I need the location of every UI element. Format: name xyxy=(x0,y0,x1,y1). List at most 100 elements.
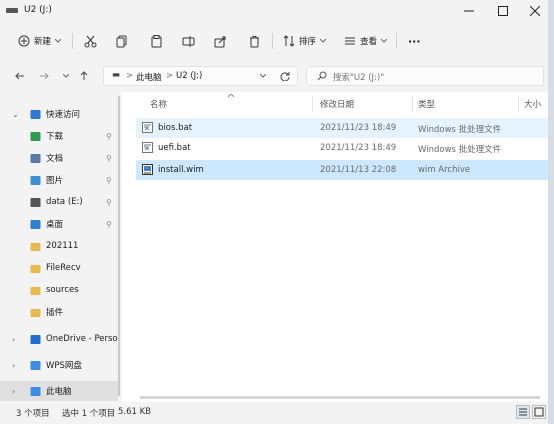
sidebar-item[interactable]: › 此电脑 xyxy=(0,381,118,401)
sidebar-item[interactable]: 202111 xyxy=(0,236,118,256)
drive-icon xyxy=(30,197,41,207)
sidebar-item[interactable]: 桌面 ⚲ xyxy=(0,214,118,234)
cut-button[interactable] xyxy=(84,30,97,52)
file-date: 2021/11/23 18:49 xyxy=(320,123,397,133)
batch-file-icon xyxy=(142,142,153,153)
sidebar-item[interactable]: 下载 ⚲ xyxy=(0,126,118,146)
back-button[interactable] xyxy=(12,68,28,84)
share-button[interactable] xyxy=(214,30,227,52)
new-button-label: 新建 xyxy=(34,37,52,47)
horizontal-scrollbar[interactable] xyxy=(140,396,540,399)
pin-icon[interactable]: ⚲ xyxy=(106,176,112,185)
up-button[interactable] xyxy=(76,68,92,84)
minimize-button[interactable] xyxy=(452,0,486,22)
sidebar-item[interactable]: data (E:) ⚲ xyxy=(0,192,118,212)
refresh-icon[interactable] xyxy=(280,71,290,81)
maximize-icon xyxy=(498,6,508,16)
column-header-name[interactable]: 名称 xyxy=(150,98,167,110)
column-header-date[interactable]: 修改日期 xyxy=(320,98,354,110)
copy-button[interactable] xyxy=(116,30,129,52)
pin-icon[interactable]: ⚲ xyxy=(106,220,112,229)
arrow-up-icon xyxy=(80,71,88,80)
rename-button[interactable] xyxy=(182,30,195,52)
plus-circle-icon xyxy=(18,35,30,47)
chevron-down-icon[interactable]: ⌄ xyxy=(12,110,19,119)
column-divider[interactable] xyxy=(412,96,413,112)
column-divider[interactable] xyxy=(312,96,313,112)
sort-icon xyxy=(283,35,295,47)
selection-count: 选中 1 个项目 xyxy=(62,409,116,419)
file-row[interactable]: uefi.bat 2021/11/23 18:49 Windows 批处理文件 xyxy=(136,138,552,158)
file-row[interactable]: install.wim 2021/11/13 22:08 wim Archive xyxy=(136,160,552,180)
more-options-button[interactable]: ··· xyxy=(408,30,421,52)
search-input[interactable]: 搜索"U2 (J:)" xyxy=(306,66,544,86)
computer-icon xyxy=(30,386,41,396)
sidebar-item[interactable]: 插件 xyxy=(0,302,118,322)
delete-button[interactable] xyxy=(248,30,261,52)
status-bar: 3 个项目 选中 1 个项目 5.61 KB xyxy=(0,402,554,424)
file-date: 2021/11/23 18:49 xyxy=(320,143,397,153)
recent-locations-button[interactable] xyxy=(58,68,74,84)
folder-icon xyxy=(30,264,41,273)
paste-button[interactable] xyxy=(150,30,163,52)
sidebar-item-label: sources xyxy=(46,285,79,295)
paste-icon xyxy=(151,34,162,47)
close-button[interactable] xyxy=(518,0,552,22)
close-icon xyxy=(530,6,540,16)
sidebar-scrollbar[interactable] xyxy=(118,96,120,396)
sidebar-item-label: 快速访问 xyxy=(46,110,81,120)
sort-button[interactable]: 排序 xyxy=(283,30,327,52)
more-icon: ··· xyxy=(408,34,421,48)
view-button[interactable]: 查看 xyxy=(344,30,388,52)
maximize-button[interactable] xyxy=(486,0,520,22)
breadcrumb-separator: > xyxy=(126,71,134,81)
forward-button[interactable] xyxy=(36,68,52,84)
pin-icon[interactable]: ⚲ xyxy=(106,154,112,163)
chevron-down-icon xyxy=(55,39,62,43)
column-header-size[interactable]: 大小 xyxy=(524,98,541,110)
chevron-down-icon xyxy=(320,39,327,43)
rename-icon xyxy=(182,35,195,47)
file-name: bios.bat xyxy=(158,123,193,133)
sidebar-item-label: 202111 xyxy=(46,241,79,251)
sidebar-item[interactable]: 图片 ⚲ xyxy=(0,170,118,190)
chevron-right-icon[interactable]: › xyxy=(12,335,15,344)
details-view-button[interactable] xyxy=(516,405,530,419)
thumbnail-view-button[interactable] xyxy=(532,405,546,419)
cloud-icon xyxy=(30,360,41,370)
share-icon xyxy=(214,36,226,47)
file-row[interactable]: bios.bat 2021/11/23 18:49 Windows 批处理文件 xyxy=(136,118,552,138)
chevron-right-icon[interactable]: › xyxy=(12,361,15,370)
thumbnail-view-icon xyxy=(534,407,544,417)
pin-icon[interactable]: ⚲ xyxy=(106,132,112,141)
file-list: 名称 修改日期 类型 大小 bios.bat 2021/11/23 18:49 … xyxy=(122,92,554,402)
sidebar-item[interactable]: FileRecv xyxy=(0,258,118,278)
address-field[interactable]: ▬ > 此电脑 > U2 (J:) xyxy=(103,66,298,86)
sidebar-item[interactable]: sources xyxy=(0,280,118,300)
sidebar-item[interactable]: 文档 ⚲ xyxy=(0,148,118,168)
column-header-type[interactable]: 类型 xyxy=(418,98,435,110)
chevron-right-icon[interactable]: › xyxy=(12,387,15,396)
search-icon xyxy=(317,71,327,81)
breadcrumb-drive[interactable]: U2 (J:) xyxy=(176,71,202,81)
details-view-icon xyxy=(519,408,527,416)
sidebar-item-label: 图片 xyxy=(46,176,64,186)
folder-icon xyxy=(30,308,41,317)
item-count: 3 个项目 xyxy=(16,409,50,419)
column-divider[interactable] xyxy=(518,96,519,112)
chevron-down-icon[interactable] xyxy=(260,74,266,78)
file-type: Windows 批处理文件 xyxy=(418,125,502,135)
sidebar-item[interactable]: ⌄ 快速访问 xyxy=(0,104,118,124)
cloud-icon xyxy=(30,334,41,344)
breadcrumb-this-pc[interactable]: 此电脑 xyxy=(136,71,162,83)
sidebar-item-label: 桌面 xyxy=(46,220,64,230)
sidebar-item[interactable]: › WPS网盘 xyxy=(0,355,118,375)
file-name: install.wim xyxy=(158,165,204,175)
new-button[interactable]: 新建 xyxy=(18,30,62,52)
sidebar-item-label: OneDrive - Persona xyxy=(46,334,118,344)
breadcrumb-separator: > xyxy=(166,71,174,81)
pin-icon[interactable]: ⚲ xyxy=(106,198,112,207)
sidebar-item[interactable]: › OneDrive - Persona xyxy=(0,329,118,349)
toolbar-divider xyxy=(72,33,73,49)
desktop-icon xyxy=(30,219,41,229)
